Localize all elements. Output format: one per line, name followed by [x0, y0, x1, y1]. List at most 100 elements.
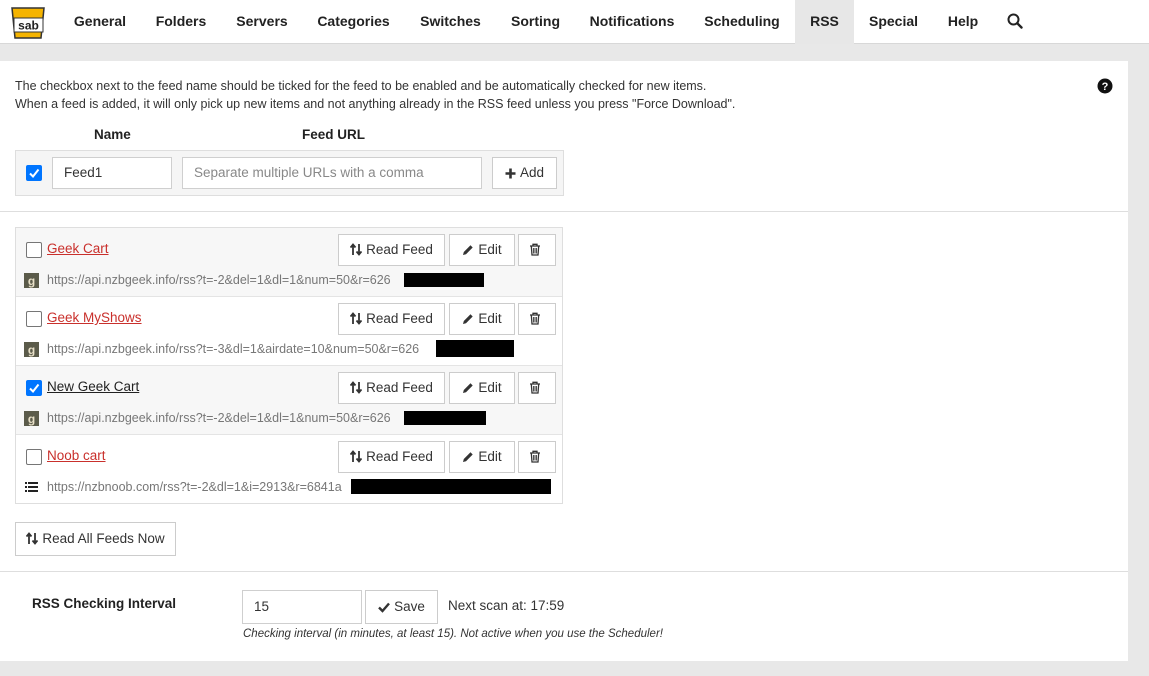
sort-arrows-icon: [349, 312, 363, 325]
search-icon[interactable]: [1007, 13, 1023, 29]
redaction-bar: [404, 273, 484, 287]
section-divider: [0, 571, 1128, 572]
svg-text:g: g: [28, 412, 35, 426]
tab-categories[interactable]: Categories: [305, 0, 402, 44]
tab-servers[interactable]: Servers: [224, 0, 300, 44]
read-feed-button[interactable]: Read Feed: [338, 441, 445, 473]
tab-switches[interactable]: Switches: [408, 0, 493, 44]
trash-icon: [530, 243, 540, 256]
save-interval-button[interactable]: Save: [365, 590, 438, 624]
svg-text:g: g: [28, 343, 35, 357]
new-feed-enabled-checkbox[interactable]: [26, 165, 42, 181]
sort-arrows-icon: [349, 243, 363, 256]
pencil-icon: [463, 383, 474, 393]
section-divider: [0, 211, 1128, 212]
read-all-feeds-button[interactable]: Read All Feeds Now: [15, 522, 176, 556]
edit-label: Edit: [478, 242, 502, 257]
save-label: Save: [394, 599, 425, 614]
redaction-bar: [404, 411, 486, 425]
feed-row: Geek Cart Read Feed Edit g https://api.n…: [16, 228, 562, 297]
add-feed-row: Feed1 Separate multiple URLs with a comm…: [15, 150, 564, 196]
feed-url: https://api.nzbgeek.info/rss?t=-2&del=1&…: [47, 411, 391, 425]
edit-label: Edit: [478, 380, 502, 395]
add-feed-button[interactable]: Add: [492, 157, 557, 189]
tab-sorting[interactable]: Sorting: [498, 0, 573, 44]
rss-interval-input[interactable]: 15: [242, 590, 362, 624]
info-line-1: The checkbox next to the feed name shoul…: [15, 79, 707, 93]
sort-arrows-icon: [349, 381, 363, 394]
feed-name-link[interactable]: Geek Cart: [47, 241, 109, 256]
feed-url-column-header: Feed URL: [302, 127, 366, 142]
tab-notifications[interactable]: Notifications: [577, 0, 687, 44]
nzbgeek-icon: g: [24, 411, 39, 426]
tab-help[interactable]: Help: [935, 0, 991, 44]
delete-feed-button[interactable]: [518, 303, 556, 335]
feed-enabled-checkbox[interactable]: [26, 449, 42, 465]
redaction-bar: [436, 340, 514, 357]
read-feed-button[interactable]: Read Feed: [338, 234, 445, 266]
name-column-header: Name: [94, 127, 131, 142]
read-feed-button[interactable]: Read Feed: [338, 303, 445, 335]
next-scan-text: Next scan at: 17:59: [448, 598, 565, 613]
read-feed-label: Read Feed: [366, 380, 433, 395]
top-nav: sab General Folders Servers Categories S…: [0, 0, 1149, 44]
read-feed-button[interactable]: Read Feed: [338, 372, 445, 404]
add-feed-label: Add: [519, 165, 545, 180]
redaction-bar: [351, 479, 551, 494]
sabnzbd-logo[interactable]: sab: [8, 2, 48, 40]
nzbgeek-icon: g: [24, 342, 39, 357]
tab-scheduling[interactable]: Scheduling: [692, 0, 792, 44]
rss-panel: ? The checkbox next to the feed name sho…: [0, 61, 1128, 661]
feed-row: Geek MyShows Read Feed Edit g https://ap…: [16, 297, 562, 366]
trash-icon: [530, 450, 540, 463]
feed-name-link[interactable]: New Geek Cart: [47, 379, 139, 394]
feed-url: https://api.nzbgeek.info/rss?t=-3&dl=1&a…: [47, 342, 420, 356]
svg-text:?: ?: [1102, 81, 1109, 93]
read-feed-label: Read Feed: [366, 242, 433, 257]
feed-url: https://api.nzbgeek.info/rss?t=-2&del=1&…: [47, 273, 391, 287]
edit-feed-button[interactable]: Edit: [449, 303, 515, 335]
feed-row: New Geek Cart Read Feed Edit g https://a…: [16, 366, 562, 435]
feed-enabled-checkbox[interactable]: [26, 242, 42, 258]
trash-icon: [530, 381, 540, 394]
trash-icon: [530, 312, 540, 325]
tab-special[interactable]: Special: [857, 0, 930, 44]
edit-feed-button[interactable]: Edit: [449, 234, 515, 266]
feed-list: Geek Cart Read Feed Edit g https://api.n…: [15, 227, 563, 504]
help-icon[interactable]: ?: [1097, 78, 1113, 94]
delete-feed-button[interactable]: [518, 441, 556, 473]
nzbgeek-icon: g: [24, 273, 39, 288]
feed-row: Noob cart Read Feed Edit https://nzbnoob…: [16, 435, 562, 504]
logo-text: sab: [18, 19, 39, 33]
delete-feed-button[interactable]: [518, 372, 556, 404]
feed-url: https://nzbnoob.com/rss?t=-2&dl=1&i=2913…: [47, 480, 342, 494]
edit-label: Edit: [478, 311, 502, 326]
plus-icon: [505, 168, 516, 179]
feed-name-link[interactable]: Noob cart: [47, 448, 106, 463]
list-icon: [24, 480, 39, 495]
svg-text:g: g: [28, 274, 35, 288]
rss-interval-label: RSS Checking Interval: [32, 596, 177, 611]
tab-general[interactable]: General: [60, 0, 140, 44]
pencil-icon: [463, 314, 474, 324]
rss-info-text: The checkbox next to the feed name shoul…: [15, 77, 735, 113]
sort-arrows-icon: [26, 532, 39, 545]
info-line-2: When a feed is added, it will only pick …: [15, 97, 736, 111]
feed-url-input[interactable]: Separate multiple URLs with a comma: [182, 157, 482, 189]
read-feed-label: Read Feed: [366, 449, 433, 464]
edit-label: Edit: [478, 449, 502, 464]
edit-feed-button[interactable]: Edit: [449, 372, 515, 404]
pencil-icon: [463, 452, 474, 462]
tab-rss[interactable]: RSS: [795, 0, 854, 44]
sort-arrows-icon: [349, 450, 363, 463]
feed-name-input[interactable]: Feed1: [52, 157, 172, 189]
edit-feed-button[interactable]: Edit: [449, 441, 515, 473]
feed-name-link[interactable]: Geek MyShows: [47, 310, 142, 325]
check-icon: [378, 602, 391, 613]
feed-enabled-checkbox[interactable]: [26, 380, 42, 396]
delete-feed-button[interactable]: [518, 234, 556, 266]
interval-hint: Checking interval (in minutes, at least …: [243, 628, 663, 640]
feed-enabled-checkbox[interactable]: [26, 311, 42, 327]
tab-folders[interactable]: Folders: [143, 0, 219, 44]
pencil-icon: [463, 245, 474, 255]
